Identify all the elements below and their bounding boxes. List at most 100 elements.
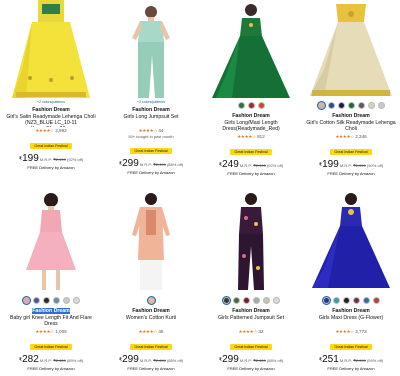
color-swatch[interactable] [232, 297, 240, 304]
product-card[interactable]: Fashion Dream Women's Cotton Kurti ★★★★☆… [102, 190, 200, 376]
product-title[interactable]: Girls Maxi Dress (G-Flower) [302, 315, 400, 328]
color-swatch[interactable] [262, 297, 270, 304]
review-count[interactable]: 44 [158, 128, 163, 133]
color-swatch[interactable] [342, 297, 350, 304]
product-image[interactable] [2, 190, 100, 295]
price[interactable]: 299 [122, 158, 139, 169]
color-swatch[interactable] [237, 102, 245, 109]
color-swatch[interactable] [257, 102, 265, 109]
product-card[interactable]: Fashion Dream Girls Maxi Dress (G-Flower… [302, 190, 400, 376]
delivery-info: FREE Delivery by Amazon [327, 170, 375, 176]
color-swatches [2, 297, 100, 306]
review-count[interactable]: 2,346 [355, 134, 367, 139]
product-image[interactable] [302, 0, 400, 100]
color-swatch[interactable] [317, 102, 325, 109]
price[interactable]: 282 [22, 354, 39, 365]
product-card[interactable]: Fashion Dream Girls Patterned Jumpsuit S… [202, 190, 300, 376]
price[interactable]: 199 [322, 159, 339, 170]
color-swatch[interactable] [322, 297, 330, 304]
mrp-label: M.R.P: [339, 162, 353, 168]
delivery-info: FREE Delivery by Amazon [327, 365, 375, 371]
rating[interactable]: ★★★★☆ 1,009 [2, 329, 100, 335]
product-card[interactable]: +2 colors/patterns Fashion Dream Girl's … [2, 0, 100, 188]
color-swatch[interactable] [352, 297, 360, 304]
rating[interactable]: ★★★★☆ 32 [202, 329, 300, 335]
deal-badge: Great Indian Festival [330, 148, 372, 155]
review-count[interactable]: 32 [258, 329, 263, 334]
price[interactable]: 251 [322, 354, 339, 365]
see-more-colors-link[interactable]: +2 colors/patterns [2, 100, 100, 105]
delivery-info: FREE Delivery by Amazon [227, 365, 275, 371]
color-swatch[interactable] [357, 102, 365, 109]
color-swatch[interactable] [377, 102, 385, 109]
review-count[interactable]: 812 [257, 134, 265, 139]
product-title[interactable]: Girl's Satin Readymade Lehenga Choli (NZ… [2, 114, 100, 126]
review-count[interactable]: 45 [158, 329, 163, 334]
rating[interactable]: ★★★★☆ 2,992 [2, 128, 100, 134]
color-swatch[interactable] [147, 297, 155, 304]
product-card[interactable]: +2 colors/patterns Fashion Dream Girls L… [102, 0, 200, 188]
rating[interactable]: ★★★★☆ 45 [102, 329, 200, 335]
price[interactable]: 199 [22, 153, 39, 164]
mrp-label: M.R.P: [139, 161, 153, 167]
color-swatch[interactable] [332, 297, 340, 304]
color-swatch[interactable] [337, 102, 345, 109]
product-title[interactable]: Baby girl Knee Length Fit And Flare Dres… [2, 315, 100, 328]
product-image[interactable] [202, 190, 300, 295]
deal-badge: Great Indian Festival [30, 343, 72, 350]
color-swatch[interactable] [62, 297, 70, 304]
price[interactable]: 299 [222, 354, 239, 365]
color-swatch[interactable] [367, 102, 375, 109]
price[interactable]: 299 [122, 354, 139, 365]
rating[interactable]: ★★★★☆ 812 [202, 134, 300, 140]
color-swatch[interactable] [347, 102, 355, 109]
product-title[interactable]: Girls Long Jumpsuit Set [102, 114, 200, 127]
color-swatch[interactable] [222, 297, 230, 304]
product-image[interactable] [102, 190, 200, 295]
color-swatch[interactable] [42, 297, 50, 304]
product-title[interactable]: Girls Patterned Jumpsuit Set [202, 315, 300, 328]
product-image[interactable] [202, 0, 300, 100]
review-count[interactable]: 2,773 [355, 329, 367, 334]
star-rating-icon: ★★★★☆ [335, 133, 354, 139]
star-rating-icon: ★★★★☆ [138, 127, 158, 133]
delivery-info: FREE Delivery by Amazon [227, 170, 275, 176]
product-title[interactable]: Girls Long/Maxi Length Dress(Readymade_R… [202, 120, 300, 133]
discount: (94% off) [366, 357, 384, 363]
price-row: ₹199 M.R.P: ₹2,499 (92% off) [2, 153, 100, 165]
color-swatch[interactable] [272, 297, 280, 304]
color-swatch[interactable] [362, 297, 370, 304]
rating[interactable]: ★★★★☆ 2,346 [302, 134, 400, 140]
product-image[interactable] [102, 0, 200, 100]
color-swatch[interactable] [252, 297, 260, 304]
review-count[interactable]: 1,009 [55, 329, 67, 334]
mrp-value: ₹2,499 [53, 357, 66, 363]
brand-name: Fashion Dream [232, 113, 270, 119]
product-grid: +2 colors/patterns Fashion Dream Girl's … [0, 0, 400, 376]
color-swatch[interactable] [247, 102, 255, 109]
color-swatch[interactable] [22, 297, 30, 304]
color-swatch[interactable] [52, 297, 60, 304]
color-swatches [302, 102, 400, 111]
product-title[interactable]: Girl's Cotton Silk Readymade Lehenga Cho… [302, 120, 400, 133]
mrp-value: ₹2,499 [253, 357, 266, 363]
review-count[interactable]: 2,992 [55, 128, 67, 133]
delivery-info: FREE Delivery by Amazon [27, 365, 75, 371]
color-swatch[interactable] [327, 102, 335, 109]
product-image[interactable] [2, 0, 100, 100]
product-title[interactable]: Women's Cotton Kurti [102, 315, 200, 328]
product-card[interactable]: Fashion Dream Girls Long/Maxi Length Dre… [202, 0, 300, 188]
color-swatch[interactable] [72, 297, 80, 304]
price[interactable]: 249 [222, 159, 239, 170]
see-more-colors-link[interactable]: +2 colors/patterns [102, 100, 200, 105]
rating[interactable]: ★★★★☆ 2,773 [302, 329, 400, 335]
product-card[interactable]: Fashion Dream Baby girl Knee Length Fit … [2, 190, 100, 376]
color-swatch[interactable] [372, 297, 380, 304]
color-swatch[interactable] [32, 297, 40, 304]
product-image[interactable] [302, 190, 400, 295]
price-row: ₹299 M.R.P: ₹2,499 (88% off) [202, 354, 300, 366]
mrp-label: M.R.P: [139, 357, 153, 363]
color-swatch[interactable] [242, 297, 250, 304]
star-rating-icon: ★★★★☆ [335, 328, 354, 334]
product-card[interactable]: Fashion Dream Girl's Cotton Silk Readyma… [302, 0, 400, 188]
